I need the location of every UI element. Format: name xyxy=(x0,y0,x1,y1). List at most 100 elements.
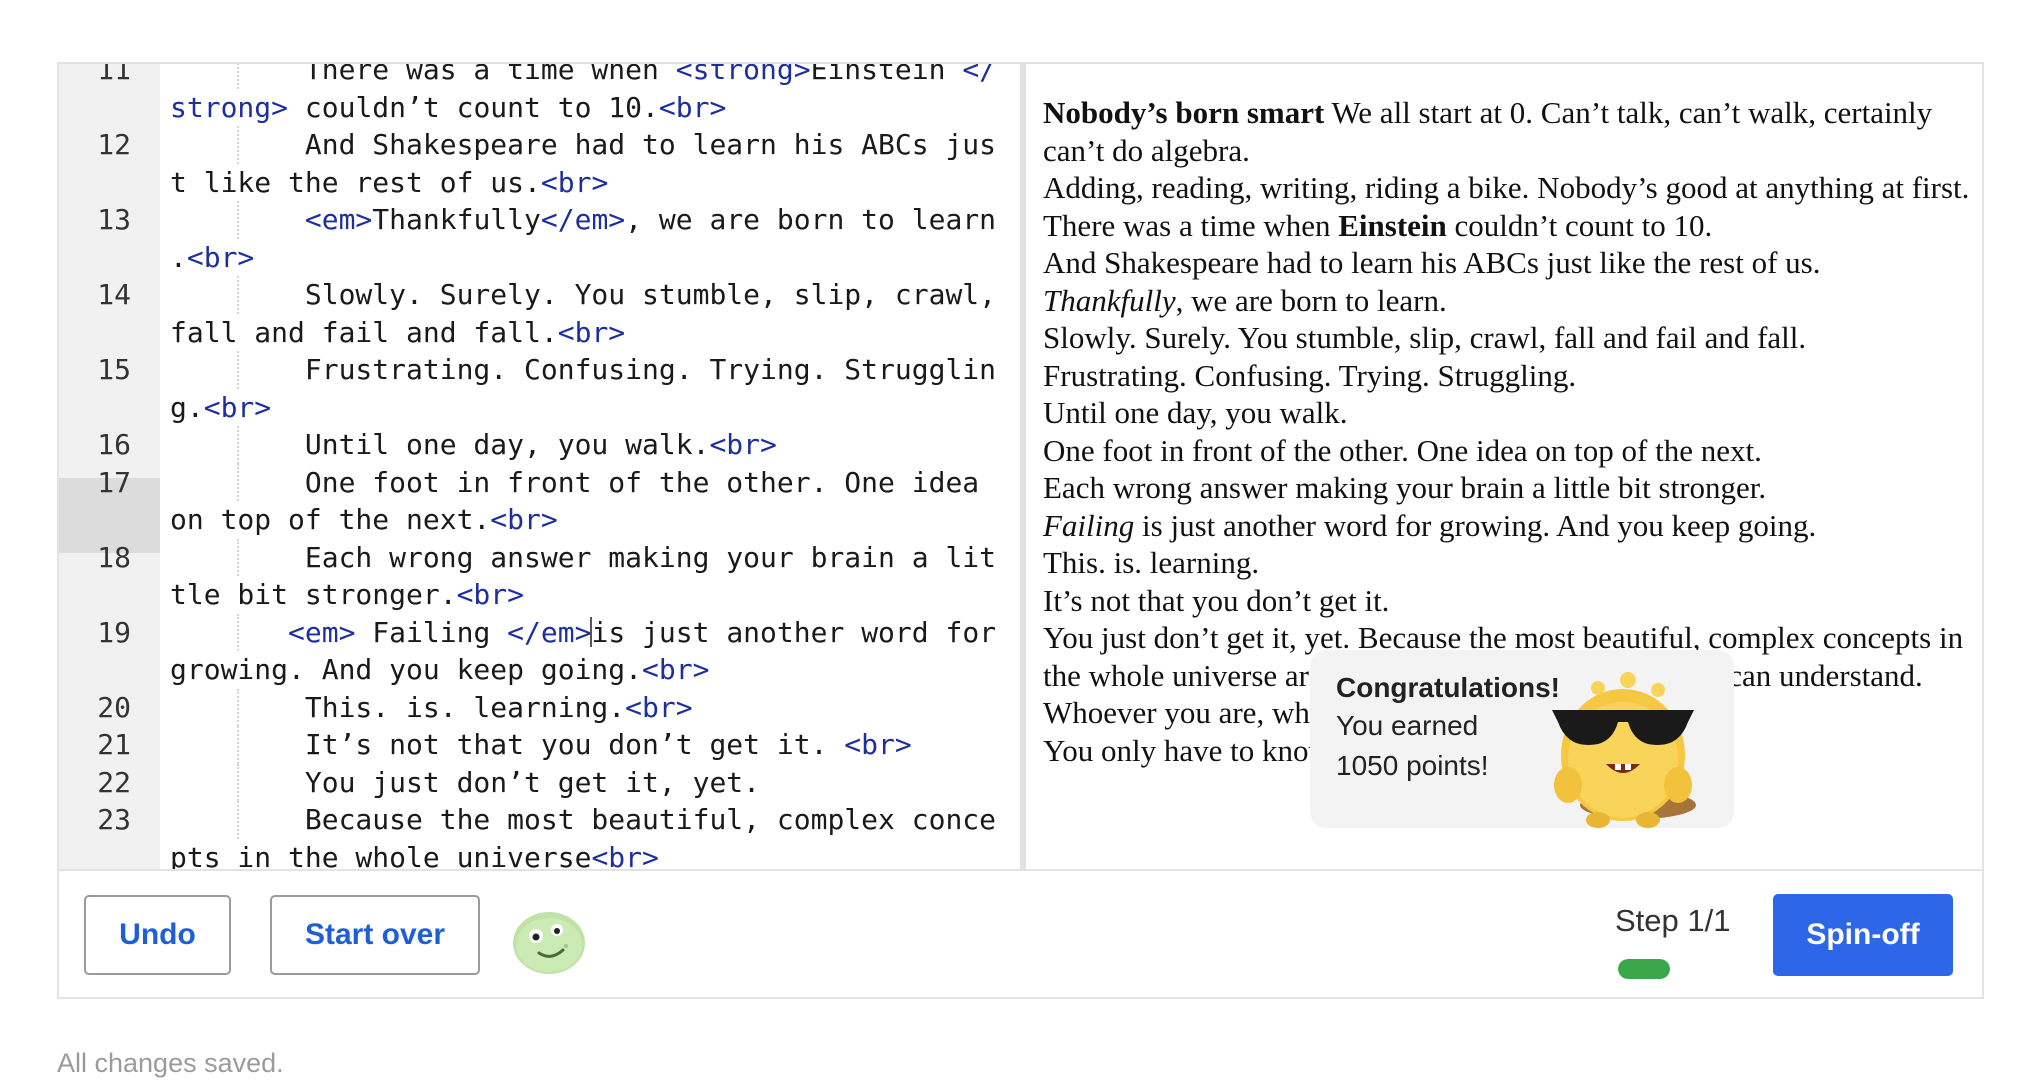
html-tag-token: <br> xyxy=(557,315,626,349)
code-line[interactable]: It’s not that you don’t get it. <br> xyxy=(170,726,1012,764)
code-line[interactable]: Frustrating. Confusing. Trying. Struggli… xyxy=(170,351,1012,426)
code-line[interactable]: There was a time when <strong>Einstein <… xyxy=(170,64,1012,126)
line-number: 18 xyxy=(97,540,131,574)
toast-points-text: 1050 points! xyxy=(1336,750,1489,781)
preview-line: Failing is just another word for growing… xyxy=(1043,507,1973,545)
preview-line: This. is. learning. xyxy=(1043,544,1973,582)
text-token: It’s not that you don’t get it. xyxy=(170,728,845,761)
text-run: Frustrating. Confusing. Trying. Struggli… xyxy=(1043,357,1577,393)
text-run: Until one day, you walk. xyxy=(1043,395,1348,430)
line-number: 11 xyxy=(97,64,131,86)
html-tag-token: <br> xyxy=(642,653,710,686)
text-run: It’s not that you don’t get it. xyxy=(1043,582,1390,618)
italic-text: Failing xyxy=(1043,507,1135,543)
code-editor[interactable]: 11 12 13 14 15 16 17 18 19 20 21 22 23 There was a t… xyxy=(59,64,1020,869)
preview-line: And Shakespeare had to learn his ABCs ju… xyxy=(1043,244,1973,282)
code-line[interactable]: Until one day, you walk.<br> xyxy=(170,426,1012,464)
monster-avatar-icon[interactable] xyxy=(509,906,589,976)
html-tag-token: <em> xyxy=(288,615,356,649)
undo-button[interactable]: Undo xyxy=(84,895,231,975)
preview-line: One foot in front of the other. One idea… xyxy=(1043,432,1973,470)
preview-line: Frustrating. Confusing. Trying. Struggli… xyxy=(1043,357,1973,395)
line-number: 17 xyxy=(97,465,131,499)
line-number: 23 xyxy=(97,803,131,836)
html-tag-token: <br> xyxy=(844,728,912,761)
preview-line: There was a time when Einstein couldn’t … xyxy=(1043,207,1973,245)
line-number: 12 xyxy=(97,128,131,161)
line-gutter: 11 12 13 14 15 16 17 18 19 20 21 22 23 xyxy=(59,64,160,869)
text-token: Each wrong answer making your brain a li… xyxy=(170,540,997,612)
html-tag-token: </em> xyxy=(507,615,592,649)
line-number: 20 xyxy=(97,690,131,724)
text-token: Thankfully xyxy=(372,203,541,236)
toast-earned-text: You earned xyxy=(1336,710,1479,741)
text-token: There was a time when xyxy=(170,64,676,86)
code-line[interactable]: And Shakespeare had to learn his ABCs ju… xyxy=(170,126,1012,201)
preview-line: Until one day, you walk. xyxy=(1043,394,1973,432)
code-line[interactable]: This. is. learning.<br> xyxy=(170,689,1012,727)
line-number: 22 xyxy=(97,765,131,799)
text-token: One foot in front of the other. One idea… xyxy=(170,465,997,537)
html-tag-token: <br> xyxy=(456,578,525,611)
text-token: You just don’t get it, yet. xyxy=(170,765,761,799)
text-token: Frustrating. Confusing. Trying. Struggli… xyxy=(170,353,997,424)
preview-line: It’s not that you don’t get it. xyxy=(1043,582,1973,620)
code-line[interactable]: Slowly. Surely. You stumble, slip, crawl… xyxy=(170,276,1012,351)
step-indicator: Step 1/1 xyxy=(1615,903,1731,938)
text-token: Because the most beautiful, complex conc… xyxy=(170,803,997,869)
line-number: 19 xyxy=(97,615,131,649)
text-token: couldn’t count to 10. xyxy=(288,90,659,124)
html-tag-token: </em> xyxy=(540,203,626,236)
start-over-button[interactable]: Start over xyxy=(270,895,480,975)
text-run: There was a time when xyxy=(1043,207,1339,243)
html-tag-token: <br> xyxy=(490,503,558,536)
html-tag-token: <br> xyxy=(186,240,255,274)
line-number: 15 xyxy=(97,353,131,386)
text-run: One foot in front of the other. One idea… xyxy=(1043,432,1762,468)
preview-line: Each wrong answer making your brain a li… xyxy=(1043,469,1973,507)
text-run: Slowly. Surely. You stumble, slip, crawl… xyxy=(1043,320,1807,355)
text-run: This. is. learning. xyxy=(1043,545,1260,580)
code-line[interactable]: <em>Thankfully</em>, we are born to lear… xyxy=(170,201,1012,276)
congratulations-toast: Congratulations! You earned 1050 points! xyxy=(1310,650,1734,828)
preview-line: Slowly. Surely. You stumble, slip, crawl… xyxy=(1043,319,1973,357)
project-panel: 11 12 13 14 15 16 17 18 19 20 21 22 23 There was a t… xyxy=(57,62,1984,999)
save-status: All changes saved. xyxy=(57,1048,284,1078)
text-token: Einstein xyxy=(810,64,963,86)
text-run: Each wrong answer making your brain a li… xyxy=(1043,470,1767,505)
html-tag-token: <strong> xyxy=(675,64,811,86)
line-number: 14 xyxy=(97,278,131,311)
html-tag-token: <br> xyxy=(540,165,609,199)
text-token: Until one day, you walk. xyxy=(170,428,710,461)
step-progress-bar xyxy=(1618,959,1670,979)
text-token: This. is. learning. xyxy=(170,690,626,724)
html-tag-token: <br> xyxy=(658,90,727,124)
text-token: Failing xyxy=(355,615,508,649)
html-tag-token: <br> xyxy=(709,428,777,461)
toast-title: Congratulations! xyxy=(1336,672,1560,703)
code-line[interactable]: You just don’t get it, yet. xyxy=(170,764,1012,802)
toolbar: Undo Start over Step 1/1 Spin-off xyxy=(59,869,1982,997)
html-tag-token: <br> xyxy=(591,840,659,870)
text-run: is just another word for growing. And yo… xyxy=(1134,507,1817,543)
spin-off-button[interactable]: Spin-off xyxy=(1773,894,1953,976)
html-tag-token: <em> xyxy=(304,203,373,236)
preview-line: Nobody’s born smart We all start at 0. C… xyxy=(1043,94,1973,169)
code-line[interactable]: Because the most beautiful, complex conc… xyxy=(170,801,1012,869)
bold-text: Nobody’s born smart xyxy=(1043,95,1325,130)
line-number: 16 xyxy=(97,428,131,461)
preview-line: Thankfully, we are born to learn. xyxy=(1043,282,1973,320)
text-run: And Shakespeare had to learn his ABCs ju… xyxy=(1043,245,1821,280)
step-progress-fill xyxy=(1618,959,1670,979)
code-line[interactable]: One foot in front of the other. One idea… xyxy=(170,464,1012,539)
bold-text: Einstein xyxy=(1338,207,1447,243)
preview-line: Adding, reading, writing, riding a bike.… xyxy=(1043,169,1973,207)
text-run: Adding, reading, writing, riding a bike.… xyxy=(1043,170,1970,205)
code-line[interactable]: Each wrong answer making your brain a li… xyxy=(170,539,1012,614)
italic-text: Thankfully xyxy=(1043,282,1176,318)
text-run: couldn’t count to 10. xyxy=(1446,207,1713,243)
text-run: , we are born to learn. xyxy=(1175,282,1447,318)
code-line[interactable]: <em> Failing </em>is just another word f… xyxy=(170,614,1012,689)
